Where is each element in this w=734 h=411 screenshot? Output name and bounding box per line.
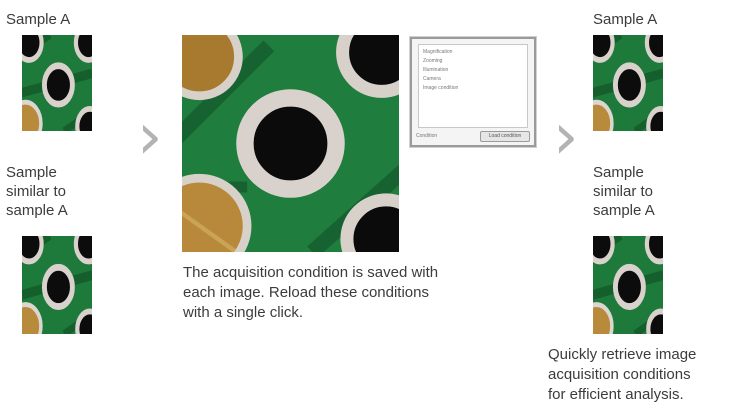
dialog-footer: Condition Load condition: [416, 130, 530, 142]
right-similar-label: Sample similar to sample A: [593, 164, 655, 219]
left-sample-a-label: Sample A: [6, 11, 71, 28]
center-sample-image: [182, 35, 399, 252]
tree-item[interactable]: Illumination: [419, 66, 527, 75]
left-similar-label: Sample similar to sample A: [6, 164, 68, 219]
right-caption: Quickly retrieve image acquisition condi…: [548, 346, 697, 403]
condition-tree: Magnification Zooming Illumination Camer…: [418, 44, 528, 128]
condition-label: Condition: [416, 133, 438, 139]
acquisition-condition-dialog: Magnification Zooming Illumination Camer…: [410, 37, 536, 147]
left-sample-a-image: [22, 35, 92, 131]
tree-item[interactable]: Magnification: [419, 48, 527, 57]
right-similar-image: [593, 236, 663, 334]
tree-item[interactable]: Camera: [419, 75, 527, 84]
chevron-right-icon: ›: [137, 100, 163, 174]
right-sample-a-image: [593, 35, 663, 131]
left-similar-image: [22, 236, 92, 334]
right-sample-a-label: Sample A: [593, 11, 658, 28]
tree-item[interactable]: Zooming: [419, 57, 527, 66]
center-caption: The acquisition condition is saved with …: [183, 264, 439, 321]
load-condition-button[interactable]: Load condition: [480, 130, 530, 142]
tree-item[interactable]: Image condition: [419, 84, 527, 93]
chevron-right-icon: ›: [553, 100, 579, 174]
